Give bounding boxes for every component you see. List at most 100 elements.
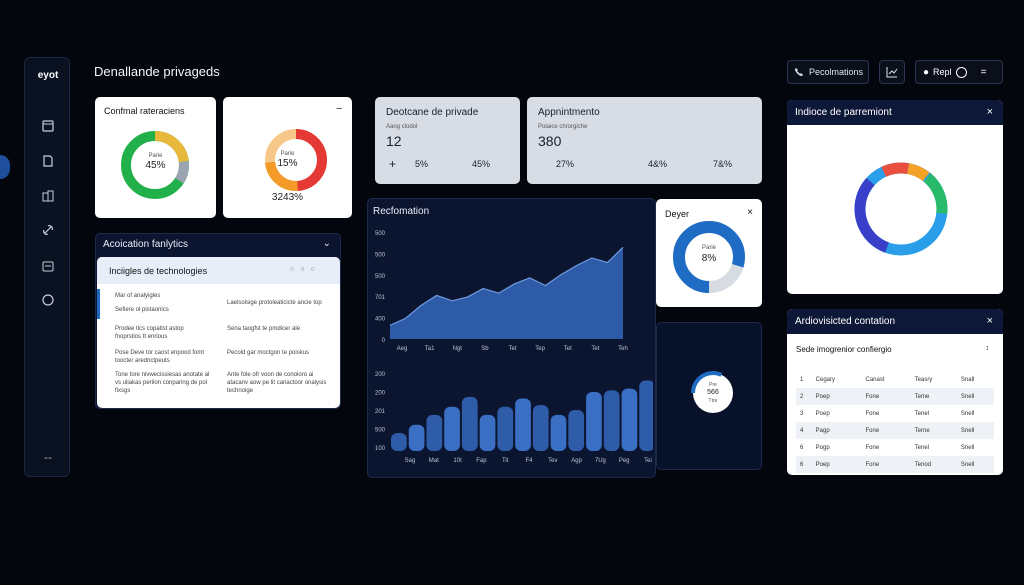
- bar: [550, 414, 567, 451]
- data-table: 1 Cegary Canast Teasry Snall 2 Poep Fone Teme Sn…: [796, 371, 994, 473]
- table-row[interactable]: 6 Poep Fone Tenod Snell: [796, 456, 994, 473]
- sidebar-collapse[interactable]: --: [40, 450, 56, 464]
- card-title: Confmal rateraciens: [104, 106, 185, 116]
- add-icon[interactable]: +: [389, 157, 396, 171]
- x-tick-label: Tei: [644, 458, 652, 464]
- brand-logo[interactable]: eyot: [31, 66, 65, 86]
- x-tick-label: Ta1: [425, 346, 435, 352]
- menu-icon[interactable]: =: [981, 67, 987, 78]
- bar-chart: 200 200 201 500 100 Sag Mat 10t Fap Tit F4 Tev Agp 7U…: [375, 372, 653, 464]
- metric: 45%: [472, 159, 491, 169]
- table-row[interactable]: 6 Pogp Fone Tenel Snell: [796, 439, 994, 456]
- panel-title: Acoication fanlytics: [103, 239, 189, 250]
- building-icon[interactable]: [40, 188, 56, 204]
- panel-controls[interactable]: ○○○: [290, 266, 321, 273]
- bar: [603, 390, 620, 451]
- bar: [444, 406, 460, 451]
- sort-icon[interactable]: ↕: [986, 345, 990, 352]
- metric: 7&%: [713, 159, 733, 169]
- list-item[interactable]: Pecold gar moctgon te poiskus: [227, 349, 332, 357]
- list-item[interactable]: Mar of analyigles: [115, 292, 160, 300]
- area-chart: 500 500 500 701 400 0 Aeg Ta1 Ngt Sb Tet Tep Tet Tet T…: [375, 231, 628, 352]
- card-dayer: Deyer × Parie 8%: [656, 199, 762, 307]
- y-tick-label: 400: [375, 317, 386, 323]
- list-item[interactable]: Tone tore nivwecissiesas anotate al vs u…: [115, 371, 215, 395]
- collapse-button[interactable]: –: [336, 103, 342, 114]
- y-tick-label: 200: [375, 391, 386, 397]
- recommendations-button[interactable]: Pecolmations: [787, 60, 869, 84]
- x-tick-label: Agp: [571, 458, 582, 464]
- list-item[interactable]: Pose Deve tor caost enpood fomt toocter …: [115, 349, 205, 365]
- link-icon[interactable]: [40, 222, 56, 238]
- card-contation: Ardiovisicted contation × Sede imogrenio…: [787, 309, 1003, 475]
- list-item[interactable]: Laelsolsige protoleaticicte ancie top: [227, 299, 332, 307]
- y-tick-label: 500: [375, 274, 386, 280]
- card-appointment: Appnintmento Polaice chrorgiche 380 27% …: [527, 97, 762, 184]
- close-button[interactable]: ×: [747, 207, 753, 218]
- account-label: Repl: [933, 67, 952, 77]
- bar: [408, 424, 425, 451]
- y-tick-label: 200: [375, 372, 386, 378]
- list-item[interactable]: Ante fole ofr voon de conoloro ai atacan…: [227, 371, 332, 395]
- inbox-icon[interactable]: [40, 258, 56, 274]
- bar: [532, 405, 549, 451]
- table-row[interactable]: 2 Poep Fone Teme Snell: [796, 388, 994, 405]
- chevron-down-icon[interactable]: ⌄: [323, 238, 331, 249]
- donut-sub: Parie: [280, 151, 295, 157]
- calendar-icon[interactable]: [40, 118, 56, 134]
- donut-value: 45%: [145, 160, 166, 171]
- card-conformal: Confmal rateraciens Parie 45%: [95, 97, 216, 218]
- donut-sub: Parie: [148, 153, 163, 159]
- card-sub: Polaice chrorgiche: [538, 124, 588, 130]
- circle-icon[interactable]: [40, 292, 56, 308]
- table-row[interactable]: 3 Poep Fone Tenel Snell: [796, 405, 994, 422]
- settings-icon[interactable]: [955, 66, 967, 78]
- list-item[interactable]: Sefiere ol pistaonics: [115, 306, 169, 314]
- edge-handle[interactable]: [0, 155, 10, 179]
- x-tick-label: Fap: [476, 458, 487, 464]
- x-tick-label: Aeg: [397, 346, 408, 352]
- y-tick-label: 500: [375, 231, 386, 237]
- bar: [568, 410, 585, 451]
- card-value: 380: [538, 133, 562, 149]
- list-item[interactable]: Prodee tics copatist astop fnoprstios tt…: [115, 325, 205, 341]
- x-tick-label: Tep: [535, 346, 545, 352]
- donut-sub: Parie: [701, 245, 716, 251]
- chart-button[interactable]: [879, 60, 905, 84]
- bar: [621, 388, 638, 451]
- page-title: Denallande privageds: [94, 64, 220, 79]
- card-title: Appnintmento: [538, 107, 600, 118]
- x-tick-label: Sag: [405, 458, 416, 464]
- card-indice: Indioce de parremiont ×: [787, 100, 1003, 294]
- x-tick-label: Tet: [508, 346, 516, 352]
- account-button[interactable]: ● Repl =: [915, 60, 1003, 84]
- small-donut-panel: Pre 566 Ttre: [656, 322, 762, 470]
- table-header-row: 1 Cegary Canast Teasry Snall: [800, 376, 975, 383]
- bar: [497, 406, 514, 451]
- panel-title: Inciigles de technologies: [109, 266, 208, 276]
- document-icon[interactable]: [40, 153, 56, 169]
- close-button[interactable]: ×: [987, 315, 993, 327]
- x-tick-label: Tet: [564, 346, 572, 352]
- donut-sub: Ttre: [708, 398, 718, 404]
- donut-value: 566: [707, 389, 719, 396]
- bar: [639, 380, 653, 451]
- card-title: Indioce de parremiont: [795, 107, 892, 118]
- card-title: Ardiovisicted contation: [795, 316, 896, 327]
- list-item[interactable]: Sena taogfst te pmdicer ale: [227, 325, 332, 333]
- x-tick-label: Peg: [619, 458, 630, 464]
- metric: 27%: [556, 159, 575, 169]
- sidebar: eyot --: [24, 57, 70, 477]
- panel-title: Recfomation: [373, 206, 430, 217]
- table-row[interactable]: 4 Pagp Fone Terne Snell: [796, 422, 994, 439]
- recommendation-panel: Recfomation 500 500 500 701 400 0 Aeg Ta1 Ngt Sb T…: [367, 198, 656, 478]
- x-tick-label: Sb: [481, 346, 489, 352]
- card-value: 3243%: [271, 192, 304, 203]
- y-tick-label: 201: [375, 409, 386, 415]
- y-tick-label: 0: [382, 338, 386, 344]
- technologies-panel: Inciigles de technologies ○○○ Mar of ana…: [97, 257, 340, 408]
- card-title: Deyer: [665, 209, 690, 219]
- card-sub: Aang clodol: [386, 124, 418, 130]
- close-button[interactable]: ×: [987, 106, 993, 118]
- y-tick-label: 701: [375, 295, 386, 301]
